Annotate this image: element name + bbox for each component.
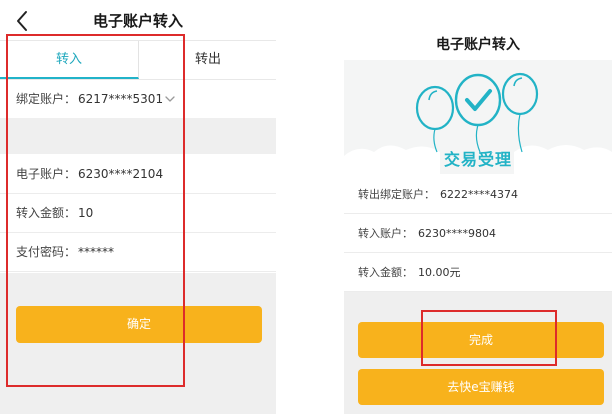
incoming-account-label: 转入账户： (358, 227, 413, 240)
incoming-account-row: 转入账户： 6230****9804 (344, 214, 612, 253)
right-phone-screen: 电子账户转入 交易受理 转出绑定账户： 6222****4374 转入账户： 6… (344, 0, 612, 414)
highlight-box-right (421, 310, 557, 366)
transaction-accepted-text: 交易受理 (443, 150, 512, 169)
page-title: 电子账户转入 (436, 37, 520, 53)
outgoing-account-row: 转出绑定账户： 6222****4374 (344, 175, 612, 214)
transfer-amount-value: 10.00元 (418, 266, 461, 279)
outgoing-account-label: 转出绑定账户： (358, 188, 435, 201)
balloon-icon (415, 85, 455, 153)
outgoing-account-value: 6222****4374 (440, 188, 518, 201)
balloon-icon (501, 72, 539, 153)
go-earn-button[interactable]: 去快e宝赚钱 (358, 369, 604, 405)
page-title: 电子账户转入 (92, 12, 183, 30)
transfer-amount-label: 转入金额： (358, 266, 413, 279)
highlight-box-left (6, 34, 185, 387)
transfer-amount-row: 转入金额： 10.00元 (344, 253, 612, 292)
checkmark-balloon-icon (454, 73, 502, 153)
incoming-account-value: 6230****9804 (418, 227, 496, 240)
